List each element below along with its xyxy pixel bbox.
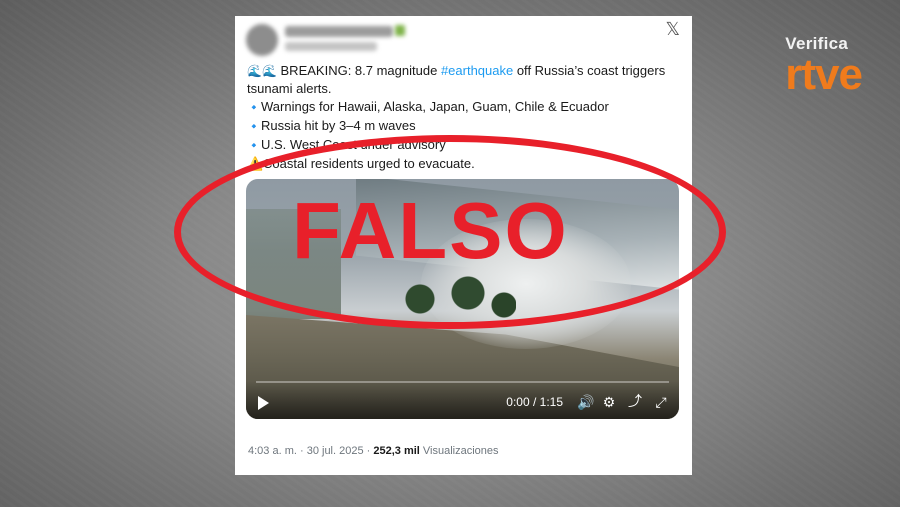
fullscreen-icon[interactable]: ⤢ [653, 394, 669, 411]
bullet-russia-text: Russia hit by 3–4 m waves [261, 118, 416, 133]
warning-line: ⚠️Coastal residents urged to evacuate. [247, 155, 680, 173]
verifica-rtve-logo: Verifica rtve [785, 34, 863, 99]
bullet-us-text: U.S. West Coast under advisory [261, 137, 446, 152]
views-count: 252,3 mil [373, 445, 420, 457]
tweet-line-2: tsunami alerts. [247, 81, 332, 96]
falso-stamp-text: FALSO [292, 186, 569, 275]
blurred-username[interactable] [285, 26, 393, 37]
video-palm-trees [396, 269, 516, 329]
breaking-suffix: off Russia’s coast triggers [513, 63, 666, 78]
blurred-flag-emoji [395, 25, 405, 36]
tweet-date[interactable]: 30 jul. 2025 [307, 445, 364, 457]
video-progress-bar[interactable] [256, 381, 669, 383]
bullet-russia: 🔹Russia hit by 3–4 m waves [247, 117, 680, 136]
volume-icon[interactable]: 🔊 [577, 394, 594, 411]
breaking-prefix: BREAKING: 8.7 magnitude [280, 63, 441, 78]
water-wave-icon: 🌊🌊 [247, 64, 277, 78]
blurred-handle[interactable] [285, 42, 377, 51]
bullet-warnings: 🔹Warnings for Hawaii, Alaska, Japan, Gua… [247, 98, 680, 117]
tweet-meta: 4:03 a. m. · 30 jul. 2025 · 252,3 mil Vi… [248, 445, 499, 457]
blue-diamond-icon: 🔹 [247, 121, 261, 133]
meta-separator: · [296, 445, 307, 457]
hashtag-earthquake[interactable]: #earthquake [441, 63, 513, 78]
tweet-text: 🌊🌊 BREAKING: 8.7 magnitude #earthquake o… [247, 62, 680, 173]
logo-rtve-text: rtve [785, 50, 863, 99]
avatar[interactable] [246, 24, 278, 56]
blue-diamond-icon: 🔹 [247, 102, 261, 114]
tweet-time[interactable]: 4:03 a. m. [248, 445, 297, 457]
views-label: Visualizaciones [419, 445, 499, 457]
warning-text: Coastal residents urged to evacuate. [263, 156, 475, 171]
video-time: 0:00 / 1:15 [506, 395, 563, 409]
play-icon[interactable] [258, 396, 269, 410]
bullet-warnings-text: Warnings for Hawaii, Alaska, Japan, Guam… [261, 99, 609, 114]
tweet-line-breaking: 🌊🌊 BREAKING: 8.7 magnitude #earthquake o… [247, 62, 680, 80]
pop-out-icon[interactable]: ⤴ [627, 391, 643, 411]
bullet-us: 🔹U.S. West Coast under advisory [247, 136, 680, 155]
meta-separator: · [363, 445, 374, 457]
blue-diamond-icon: 🔹 [247, 140, 261, 152]
warning-icon: ⚠️ [247, 156, 264, 171]
logo-x-icon: 𝕏 [665, 19, 680, 39]
settings-gear-icon[interactable]: ⚙ [601, 394, 617, 411]
